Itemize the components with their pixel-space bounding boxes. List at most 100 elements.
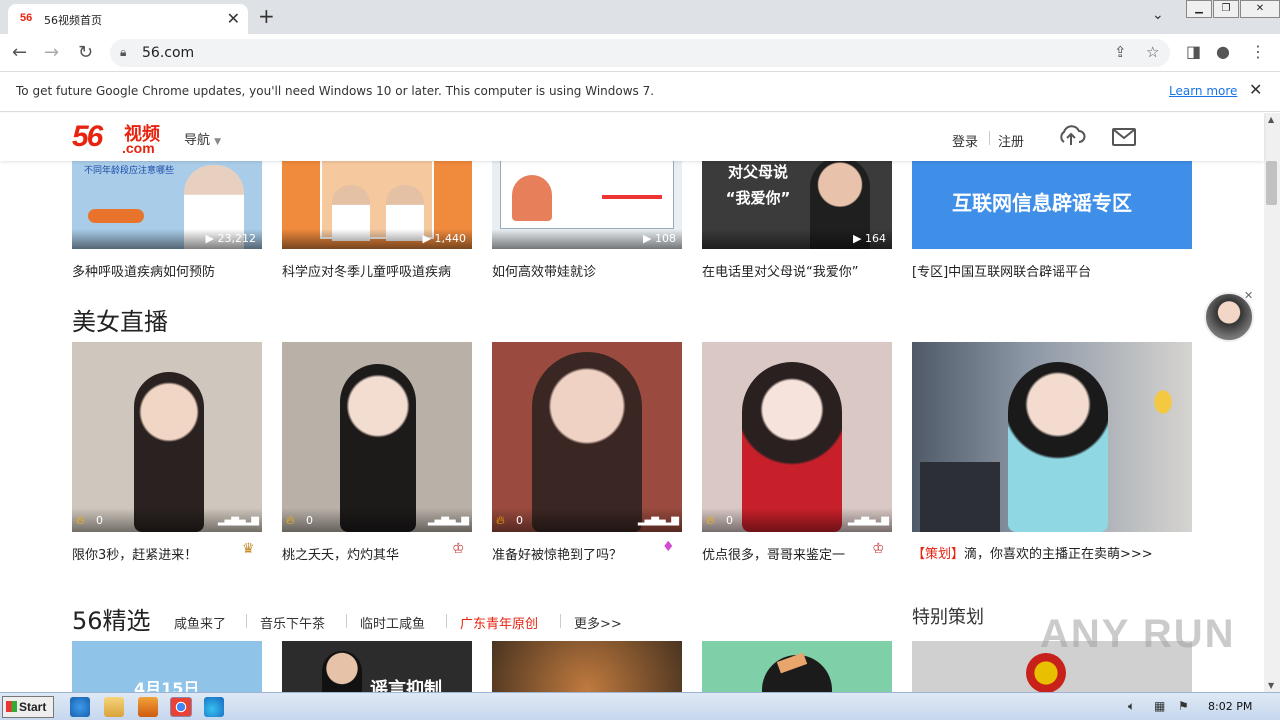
site-logo[interactable]: 56 视频 .com	[72, 120, 160, 156]
lock-icon[interactable]: 🔒︎	[120, 45, 126, 60]
scrollbar-thumb[interactable]	[1266, 161, 1277, 205]
forward-icon[interactable]: →	[44, 42, 59, 63]
logo-number: 56	[72, 120, 103, 153]
media-player-icon[interactable]	[138, 697, 158, 717]
more-link[interactable]: 更多>>	[574, 613, 622, 632]
video-title[interactable]: 科学应对冬季儿童呼吸道疾病	[282, 261, 451, 280]
start-button[interactable]: Start	[2, 696, 54, 718]
upload-cloud-icon[interactable]	[1056, 123, 1086, 147]
reload-icon[interactable]: ↻	[78, 42, 93, 63]
live-thumb-1[interactable]: 🔥︎ 0 ▂▄▆▄▂▆	[72, 342, 262, 532]
live-title[interactable]: 桃之夭夭，灼灼其华	[282, 544, 399, 563]
flame-icon: 🔥︎	[76, 513, 85, 527]
scroll-up-arrow-icon[interactable]: ▲	[1268, 115, 1274, 124]
volume-icon[interactable]: 🔈︎	[1128, 699, 1135, 714]
register-link[interactable]: 注册	[998, 131, 1024, 150]
cartoon-figure	[512, 175, 552, 221]
flower-graphic	[1148, 382, 1178, 422]
selection-tab[interactable]: 音乐下午茶	[260, 613, 325, 632]
live-promo-link[interactable]: 【策划】滴，你喜欢的主播正在卖萌>>>	[912, 543, 1153, 562]
divider	[560, 614, 561, 628]
side-panel-icon[interactable]: ◨	[1186, 42, 1201, 61]
explorer-folder-icon[interactable]	[104, 697, 124, 717]
view-count-value: 23,212	[217, 232, 257, 245]
chrome-menu-icon[interactable]: ⋮	[1250, 42, 1266, 61]
selection-thumb-4[interactable]	[702, 641, 892, 692]
divider	[246, 614, 247, 628]
section-heading-live: 美女直播	[72, 308, 168, 336]
selection-tab-active[interactable]: 广东青年原创	[460, 613, 538, 632]
floating-close-icon[interactable]: ✕	[1244, 289, 1253, 302]
action-center-flag-icon[interactable]: ⚑	[1178, 699, 1189, 713]
selection-thumb-1[interactable]: 4月15日	[72, 641, 262, 692]
anyrun-watermark: ANY RUN	[1040, 612, 1236, 656]
equalizer-icon: ▂▄▆▄▂▆	[637, 515, 679, 526]
nav-menu-button[interactable]: 导航 ▼	[184, 129, 221, 148]
update-info-bar: To get future Google Chrome updates, you…	[0, 72, 1280, 112]
chrome-icon[interactable]	[170, 697, 192, 717]
live-promo-banner[interactable]	[912, 342, 1192, 532]
video-title[interactable]: [专区]中国互联网联合辟谣平台	[912, 261, 1091, 280]
selection-thumb-2[interactable]: 谣言抑制	[282, 641, 472, 692]
view-count: ▶ 108	[492, 229, 682, 249]
equalizer-icon: ▂▄▆▄▂▆	[847, 515, 889, 526]
message-envelope-icon[interactable]	[1112, 128, 1136, 146]
thumb-line	[602, 195, 662, 199]
live-thumb-3[interactable]: 🔥︎ 0 ▂▄▆▄▂▆	[492, 342, 682, 532]
rumor-zone-banner[interactable]: 互联网信息辟谣专区	[912, 161, 1192, 249]
start-label: Start	[19, 700, 47, 714]
network-icon[interactable]: ▦	[1154, 699, 1165, 713]
video-thumb-1[interactable]: 不同年龄段应注意哪些 ▶ 23,212	[72, 161, 262, 249]
bookmark-star-icon[interactable]: ☆	[1146, 43, 1159, 61]
vertical-scrollbar[interactable]: ▲ ▼	[1264, 113, 1280, 692]
close-window-button[interactable]: ✕	[1240, 0, 1280, 18]
selection-tab[interactable]: 咸鱼来了	[174, 613, 226, 632]
crown-badge-icon: ♛	[242, 541, 255, 557]
selection-thumb-3[interactable]	[492, 641, 682, 692]
thumb-text: 不同年龄段应注意哪些	[84, 166, 175, 176]
restore-button[interactable]: ❐	[1213, 0, 1239, 18]
section-heading-selection: 56精选	[72, 607, 151, 635]
info-bar-close-icon[interactable]: ✕	[1249, 80, 1262, 99]
streamer-figure	[340, 364, 416, 532]
live-title[interactable]: 限你3秒，赶紧进来！	[72, 544, 197, 563]
share-icon[interactable]: ⇪	[1114, 43, 1127, 61]
thumb-button-graphic	[88, 209, 144, 223]
tab-close-icon[interactable]: ✕	[227, 9, 240, 28]
ie-icon[interactable]	[70, 697, 90, 717]
video-title[interactable]: 多种呼吸道疾病如何预防	[72, 261, 215, 280]
video-title[interactable]: 在电话里对父母说“我爱你”	[702, 261, 858, 280]
logo-domain: .com	[122, 140, 155, 156]
tab-active[interactable]: 56 56视频首页 ✕	[8, 4, 248, 34]
equalizer-icon: ▂▄▆▄▂▆	[427, 515, 469, 526]
tab-strip: 56 56视频首页 ✕ + ⌄ ▁ ❐ ✕	[0, 0, 1280, 34]
emblem-icon	[1026, 653, 1066, 692]
live-thumb-2[interactable]: 🔥︎ 0 ▂▄▆▄▂▆	[282, 342, 472, 532]
address-bar[interactable]: 🔒︎ 56.com ⇪ ☆	[110, 39, 1170, 67]
man-figure	[322, 651, 362, 692]
login-link[interactable]: 登录	[952, 131, 978, 150]
tab-search-chevron-icon[interactable]: ⌄	[1152, 7, 1164, 23]
divider	[346, 614, 347, 628]
scroll-down-arrow-icon[interactable]: ▼	[1268, 681, 1274, 690]
video-thumb-3[interactable]: ▶ 108	[492, 161, 682, 249]
new-tab-button[interactable]: +	[258, 4, 275, 28]
learn-more-link[interactable]: Learn more	[1169, 84, 1237, 98]
live-thumb-4[interactable]: 🔥︎ 0 ▂▄▆▄▂▆	[702, 342, 892, 532]
view-count: ▶ 23,212	[72, 229, 262, 249]
clock[interactable]: 8:02 PM	[1208, 700, 1252, 713]
live-title[interactable]: 优点很多，哥哥来鉴定一	[702, 544, 845, 563]
minimize-button[interactable]: ▁	[1186, 0, 1212, 18]
equalizer-icon: ▂▄▆▄▂▆	[217, 515, 259, 526]
video-thumb-4[interactable]: 对父母说 “我爱你” ▶ 164	[702, 161, 892, 249]
back-icon[interactable]: ←	[12, 42, 27, 63]
live-title[interactable]: 准备好被惊艳到了吗？	[492, 544, 622, 563]
caret-down-icon: ▼	[214, 137, 222, 147]
video-title[interactable]: 如何高效带娃就诊	[492, 261, 596, 280]
video-thumb-2[interactable]: ▶ 1,440	[282, 161, 472, 249]
selection-tab[interactable]: 临时工咸鱼	[360, 613, 425, 632]
window-controls: ▁ ❐ ✕	[1185, 0, 1280, 20]
monitor-graphic	[920, 462, 1000, 532]
edge-icon[interactable]	[204, 697, 224, 717]
profile-avatar-icon[interactable]: ●	[1216, 42, 1230, 61]
